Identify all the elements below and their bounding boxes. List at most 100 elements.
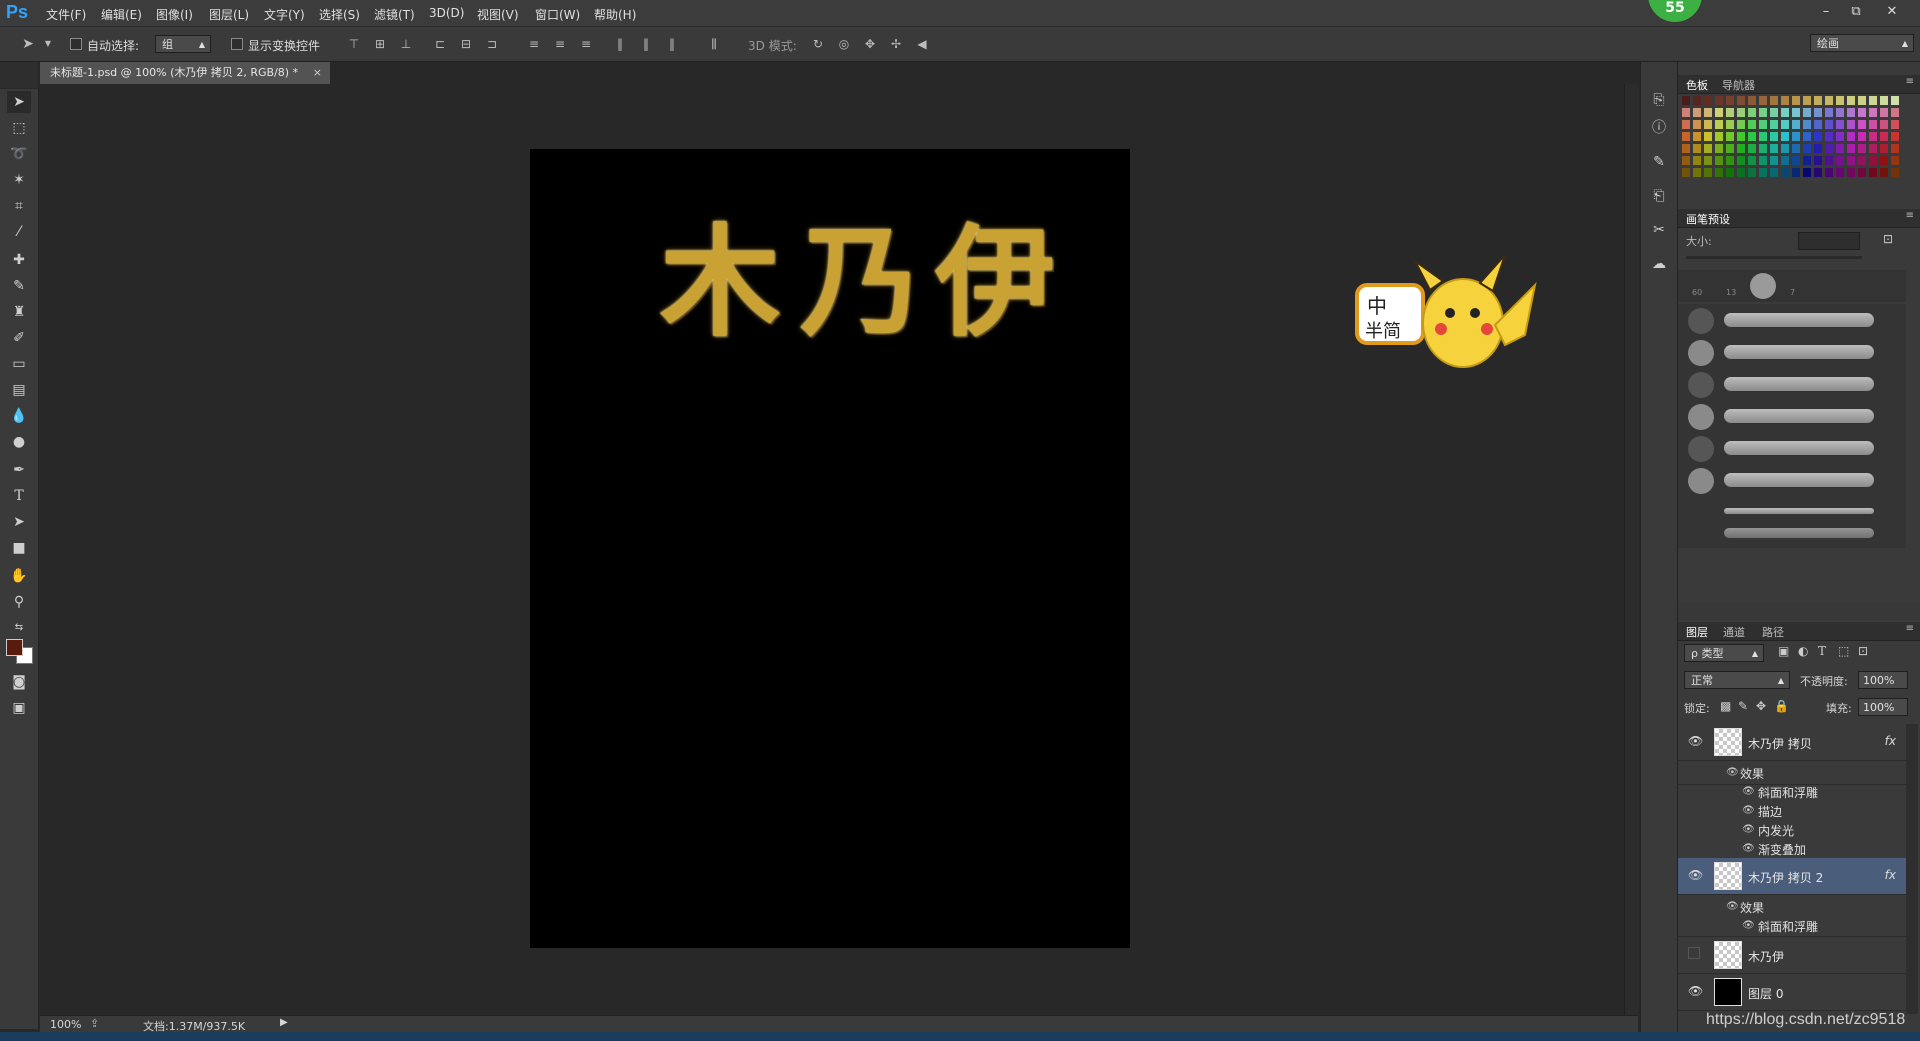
layer-row[interactable]: 👁 图层 0 bbox=[1678, 974, 1906, 1011]
color-swatch[interactable] bbox=[1847, 96, 1855, 105]
effect-item[interactable]: 内发光 bbox=[1758, 822, 1794, 839]
color-swatch[interactable] bbox=[1704, 168, 1712, 177]
color-swatch[interactable] bbox=[1869, 168, 1877, 177]
distribute-top-icon[interactable]: ≡ bbox=[526, 36, 542, 52]
filter-pixel-icon[interactable]: ▣ bbox=[1778, 644, 1789, 658]
color-swatch[interactable] bbox=[1792, 144, 1800, 153]
eye-icon[interactable]: 👁 bbox=[1742, 824, 1755, 835]
zoom-tool-icon[interactable]: ⚲ bbox=[7, 591, 31, 613]
blend-mode-dropdown[interactable]: 正常 ▲ bbox=[1684, 671, 1790, 689]
color-swatch[interactable] bbox=[1693, 120, 1701, 129]
visibility-off-box[interactable] bbox=[1688, 947, 1700, 959]
color-swatch[interactable] bbox=[1814, 144, 1822, 153]
color-swatch[interactable] bbox=[1737, 144, 1745, 153]
screen-mode-icon[interactable]: ▣ bbox=[7, 697, 31, 719]
color-swatch[interactable] bbox=[1781, 168, 1789, 177]
brush-size-slider[interactable] bbox=[1686, 256, 1862, 259]
color-swatch[interactable] bbox=[1869, 144, 1877, 153]
lock-transparent-icon[interactable]: ▩ bbox=[1720, 699, 1731, 713]
color-swatch[interactable] bbox=[1737, 108, 1745, 117]
color-swatch[interactable] bbox=[1726, 156, 1734, 165]
auto-select-dropdown[interactable]: 组 ▲ bbox=[155, 35, 211, 53]
magic-wand-icon[interactable]: ✶ bbox=[7, 169, 31, 191]
color-swatch[interactable] bbox=[1726, 96, 1734, 105]
fx-icon[interactable]: fx bbox=[1885, 734, 1896, 748]
menu-filter[interactable]: 滤镜(T) bbox=[374, 6, 415, 23]
panel-menu-icon[interactable]: ≡ bbox=[1906, 623, 1914, 634]
color-swatch[interactable] bbox=[1869, 120, 1877, 129]
color-swatch[interactable] bbox=[1891, 120, 1899, 129]
filter-smart-icon[interactable]: ⊡ bbox=[1858, 644, 1868, 658]
color-swatch[interactable] bbox=[1803, 96, 1811, 105]
roll-3d-icon[interactable]: ◎ bbox=[836, 36, 852, 52]
color-swatch[interactable] bbox=[1682, 120, 1690, 129]
fill-input[interactable]: 100% bbox=[1858, 698, 1908, 716]
filter-shape-icon[interactable]: ⬚ bbox=[1838, 644, 1849, 658]
move-tool-icon[interactable]: ➤ bbox=[7, 91, 31, 113]
color-swatch[interactable] bbox=[1682, 132, 1690, 141]
menu-edit[interactable]: 编辑(E) bbox=[101, 6, 142, 23]
close-document-icon[interactable]: × bbox=[313, 62, 322, 84]
brush-preset-3[interactable] bbox=[1688, 372, 1874, 398]
foreground-color-swatch[interactable] bbox=[6, 639, 23, 656]
lasso-tool-icon[interactable]: ➰ bbox=[7, 143, 31, 165]
color-swatch[interactable] bbox=[1891, 156, 1899, 165]
color-swatch[interactable] bbox=[1891, 168, 1899, 177]
color-swatch[interactable] bbox=[1770, 108, 1778, 117]
color-swatch[interactable] bbox=[1704, 120, 1712, 129]
color-swatch[interactable] bbox=[1759, 144, 1767, 153]
color-swatch[interactable] bbox=[1770, 120, 1778, 129]
layer-name[interactable]: 木乃伊 bbox=[1748, 948, 1784, 965]
color-swatch[interactable] bbox=[1693, 96, 1701, 105]
filter-type-icon[interactable]: T bbox=[1818, 644, 1826, 658]
color-swatch[interactable] bbox=[1825, 156, 1833, 165]
color-swatch[interactable] bbox=[1825, 144, 1833, 153]
color-swatch[interactable] bbox=[1814, 156, 1822, 165]
align-right-icon[interactable]: ⊐ bbox=[484, 36, 500, 52]
color-swatch[interactable] bbox=[1792, 168, 1800, 177]
ime-mascot[interactable]: 中 半简 bbox=[1355, 255, 1540, 375]
layer-list-scrollbar[interactable] bbox=[1906, 724, 1918, 1014]
color-swatch[interactable] bbox=[1880, 132, 1888, 141]
gradient-tool-icon[interactable]: ▤ bbox=[7, 379, 31, 401]
color-swatch[interactable] bbox=[1858, 120, 1866, 129]
stamp-tool-icon[interactable]: ♜ bbox=[7, 301, 31, 323]
color-swatch[interactable] bbox=[1693, 168, 1701, 177]
color-swatch[interactable] bbox=[1814, 168, 1822, 177]
color-swatch[interactable] bbox=[1726, 144, 1734, 153]
color-swatch[interactable] bbox=[1792, 96, 1800, 105]
color-swatch[interactable] bbox=[1770, 156, 1778, 165]
pen-tool-icon[interactable]: ✒ bbox=[7, 459, 31, 481]
restore-button[interactable]: ⧉ bbox=[1844, 3, 1868, 21]
color-swatch[interactable] bbox=[1748, 108, 1756, 117]
color-swatch[interactable] bbox=[1737, 168, 1745, 177]
color-swatch[interactable] bbox=[1792, 132, 1800, 141]
color-swatch[interactable] bbox=[1825, 96, 1833, 105]
color-swatch[interactable] bbox=[1869, 96, 1877, 105]
color-swatch[interactable] bbox=[1891, 96, 1899, 105]
layer-name[interactable]: 木乃伊 拷贝 bbox=[1748, 735, 1812, 752]
default-colors-icon[interactable]: ⇆ bbox=[7, 617, 31, 639]
clone-source-icon[interactable]: ⎗ bbox=[1649, 186, 1669, 206]
color-swatch[interactable] bbox=[1781, 156, 1789, 165]
layer-row[interactable]: 👁 木乃伊 拷贝 fx bbox=[1678, 724, 1906, 761]
marquee-tool-icon[interactable]: ⬚ bbox=[7, 117, 31, 139]
tool-presets-icon[interactable]: ✂ bbox=[1649, 220, 1669, 240]
notification-badge[interactable]: 55 bbox=[1648, 0, 1702, 22]
eye-icon[interactable]: 👁 bbox=[1742, 843, 1755, 854]
chevron-down-icon[interactable]: ▼ bbox=[40, 36, 56, 52]
color-swatch[interactable] bbox=[1682, 156, 1690, 165]
color-swatch[interactable] bbox=[1715, 156, 1723, 165]
align-top-icon[interactable]: ⊤ bbox=[346, 36, 362, 52]
color-swatch[interactable] bbox=[1814, 120, 1822, 129]
color-swatch[interactable] bbox=[1715, 108, 1723, 117]
menu-layer[interactable]: 图层(L) bbox=[209, 6, 249, 23]
color-swatch[interactable] bbox=[1891, 132, 1899, 141]
color-swatch[interactable] bbox=[1847, 168, 1855, 177]
effect-item[interactable]: 斜面和浮雕 bbox=[1758, 784, 1818, 801]
type-tool-icon[interactable]: T bbox=[7, 485, 31, 507]
color-swatch[interactable] bbox=[1726, 132, 1734, 141]
effect-item[interactable]: 描边 bbox=[1758, 803, 1782, 820]
menu-file[interactable]: 文件(F) bbox=[46, 6, 86, 23]
color-swatch[interactable] bbox=[1858, 132, 1866, 141]
